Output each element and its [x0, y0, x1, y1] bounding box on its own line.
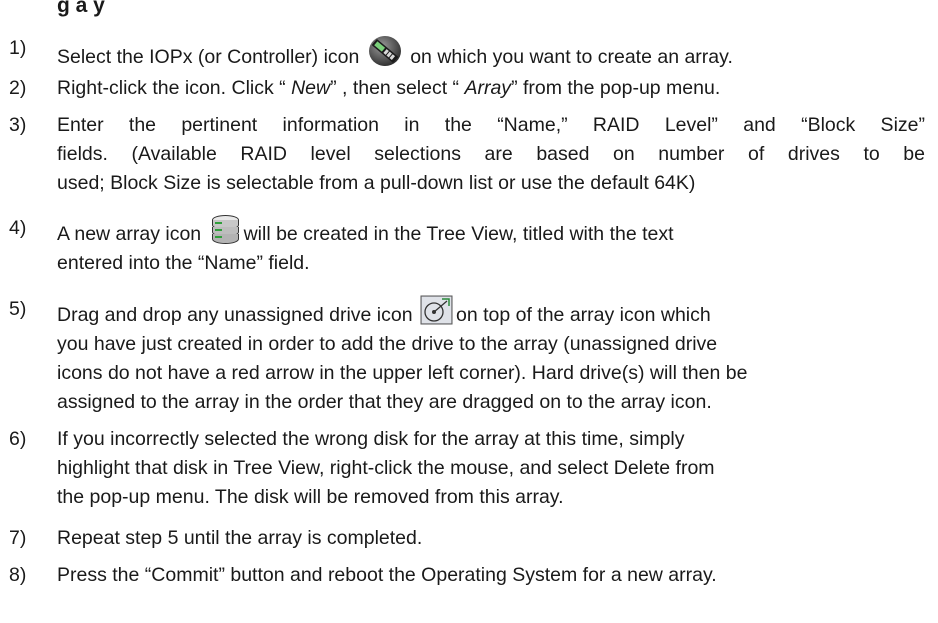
step-text-fragment: on which you want to create an array. [404, 46, 733, 68]
step-line: the pop-up menu. The disk will be remove… [57, 486, 564, 508]
step-text-fragment: on top of the array icon which [455, 304, 711, 326]
step-line: Drag and drop any unassigned drive icon … [57, 295, 925, 330]
iopx-controller-icon [367, 34, 403, 68]
array-menu-label: Array [464, 77, 512, 99]
section-heading: g a y [57, 0, 105, 17]
step-text: If you incorrectly selected the wrong di… [57, 425, 925, 512]
step-text: Press the “Commit” button and reboot the… [57, 561, 925, 590]
step-text-fragment: Drag and drop any unassigned drive icon [57, 304, 413, 326]
step-line: you have just created in order to add th… [57, 333, 718, 355]
step-line: If you incorrectly selected the wrong di… [57, 428, 685, 450]
step-number: 7) [9, 527, 27, 549]
step-text: Select the IOPx (or Controller) icon on … [57, 34, 925, 72]
step-number: 1) [9, 37, 27, 59]
step-text: Enter the pertinent information in the “… [57, 111, 925, 198]
step-line: assigned to the array in the order that … [57, 391, 712, 413]
step-line: Press the “Commit” button and reboot the… [57, 564, 717, 586]
step-number: 3) [9, 114, 27, 136]
step-line: entered into the “Name” field. [57, 252, 310, 274]
step-text-fragment: Select the IOPx (or Controller) icon [57, 46, 360, 68]
unassigned-drive-icon [420, 295, 453, 325]
step-number: 4) [9, 217, 27, 239]
step-text: Drag and drop any unassigned drive icon … [57, 295, 925, 417]
step-text: Right-click the icon. Click “ New” , the… [57, 74, 925, 103]
step-line: Select the IOPx (or Controller) icon on … [57, 34, 925, 72]
step-line: A new array icon will be created in the … [57, 214, 925, 249]
step-line: icons do not have a red arrow in the upp… [57, 362, 748, 384]
step-line: Repeat step 5 until the array is complet… [57, 527, 423, 549]
step-line: Right-click the icon. Click “ New” , the… [57, 74, 925, 103]
step-text-fragment: ” , then select “ [330, 77, 465, 99]
step-text-fragment: Right-click the icon. Click “ [57, 77, 292, 99]
step-text: Repeat step 5 until the array is complet… [57, 524, 925, 553]
step-line: highlight that disk in Tree View, right-… [57, 457, 715, 479]
step-text-fragment: ” from the pop-up menu. [511, 77, 721, 99]
step-number: 6) [9, 428, 27, 450]
step-text-fragment: A new array icon [57, 223, 202, 245]
step-text: A new array icon will be created in the … [57, 214, 925, 278]
step-text-fragment: will be created in the Tree View, titled… [243, 223, 674, 245]
step-number: 2) [9, 77, 27, 99]
step-line: Enter the pertinent information in the “… [57, 114, 925, 136]
array-icon [209, 214, 242, 244]
new-menu-label: New [291, 77, 331, 99]
step-line: used; Block Size is selectable from a pu… [57, 172, 696, 194]
step-line: fields. (Available RAID level selections… [57, 143, 925, 165]
step-number: 5) [9, 298, 27, 320]
step-number: 8) [9, 564, 27, 586]
